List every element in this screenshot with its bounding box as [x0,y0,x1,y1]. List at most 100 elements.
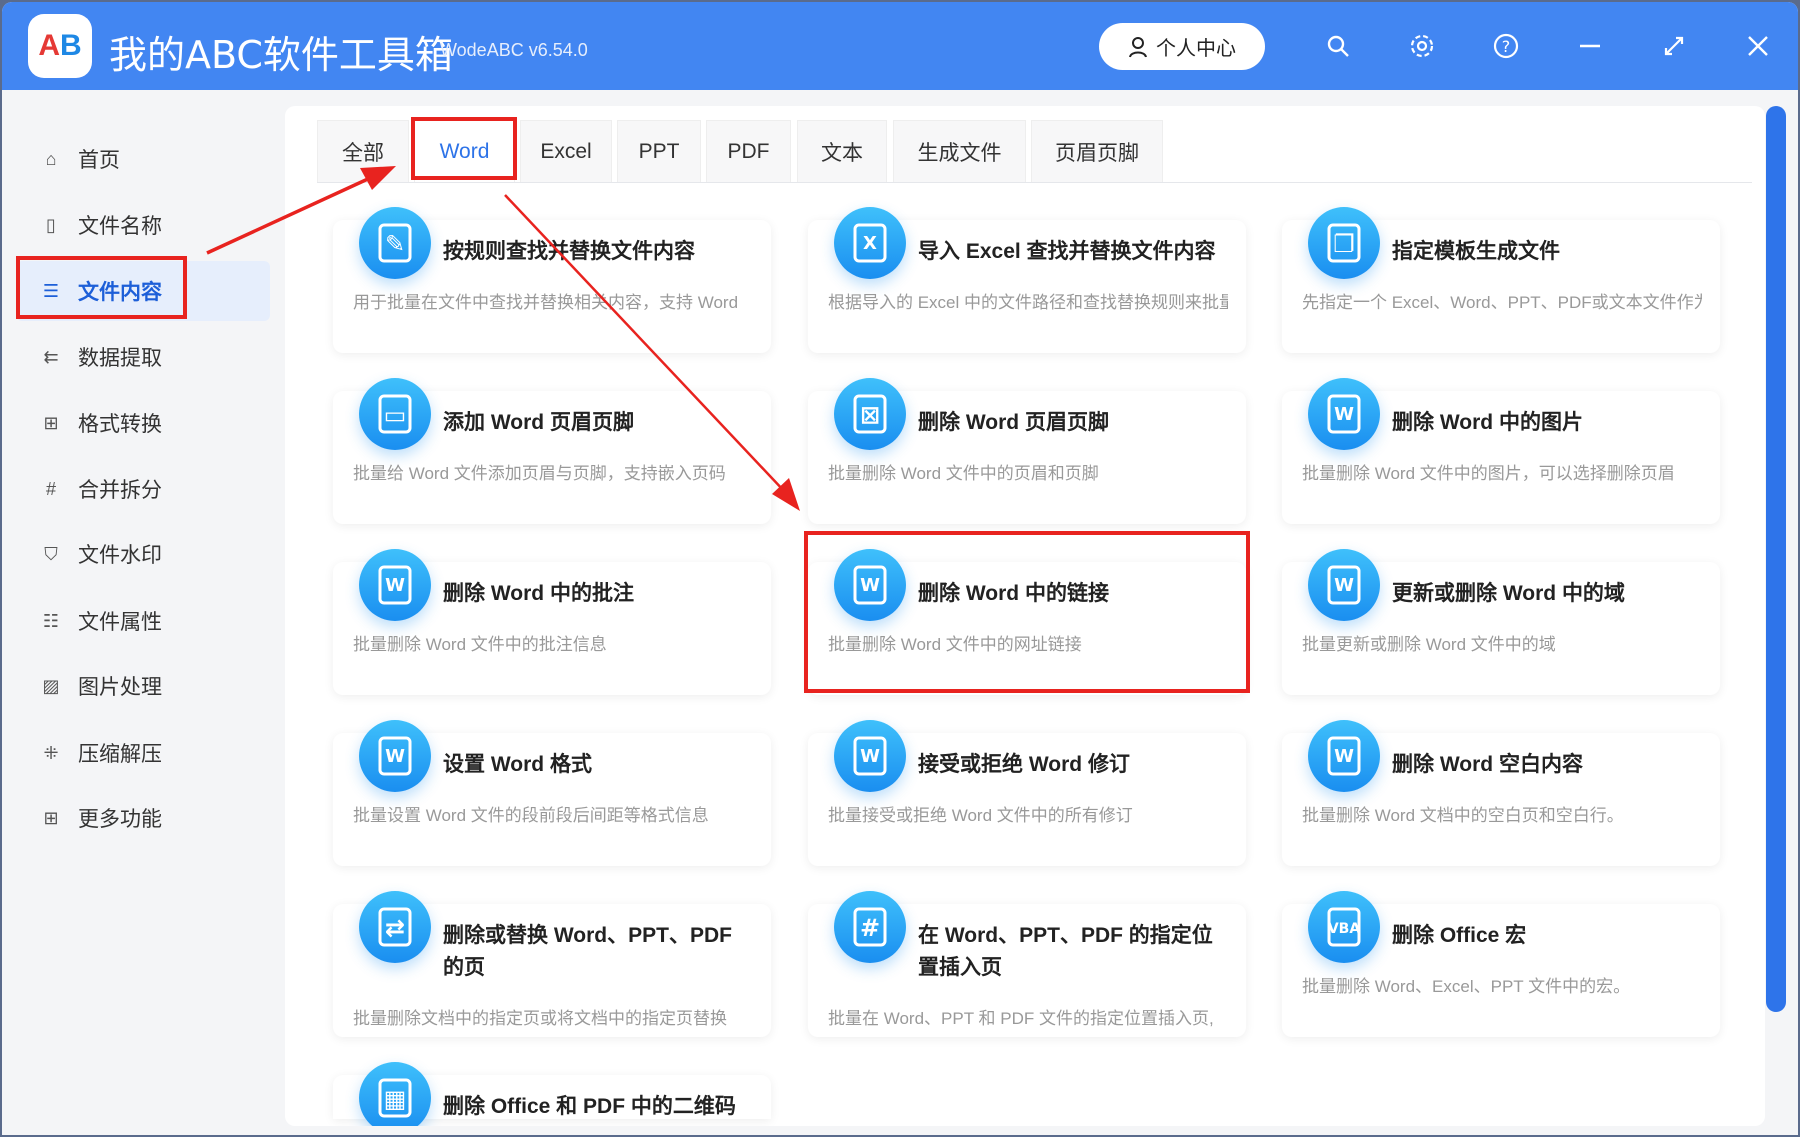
tool-icon: ▭ [359,378,431,450]
tool-title: 设置 Word 格式 [443,753,592,776]
tool-description: 批量删除 Word 文档中的空白页和空白行。 [1302,806,1624,825]
tool-title: 删除 Office 宏 [1392,924,1527,947]
tool-card[interactable]: ✎ 按规则查找并替换文件内容 用于批量在文件中查找并替换相关内容，支持 Word [333,207,771,353]
tool-icon: X [834,207,906,279]
tab[interactable]: Word [414,120,515,182]
tab[interactable]: PDF [706,120,791,182]
tool-card[interactable]: W 删除 Word 中的图片批量删除 Word 文件中的图片，可以选择删除页眉 [1282,378,1720,524]
svg-text:X: X [863,233,877,254]
tool-card[interactable]: ▭ 添加 Word 页眉页脚 批量给 Word 文件添加页眉与页脚，支持嵌入页码 [333,378,771,524]
app-version: WodeABC v6.54.0 [440,40,588,60]
tool-icon: VBA [1308,891,1380,963]
sidebar-item-label: 更多功能 [78,808,162,831]
tool-icon: W [1308,378,1380,450]
close-icon[interactable] [1742,30,1774,62]
tab[interactable]: 页眉页脚 [1031,120,1163,182]
sidebar-item-icon: # [45,478,56,499]
tool-title: 按规则查找并替换文件内容 [443,240,695,263]
tool-description: 批量在 Word、PPT 和 PDF 文件的指定位置插入页, [828,1009,1214,1028]
user-center-button[interactable]: 个人中心 [1099,23,1265,70]
sidebar-item-label: 文件水印 [78,544,162,567]
tool-description: 批量接受或拒绝 Word 文件中的所有修订 [828,806,1133,825]
sidebar-item[interactable]: ⌂ 首页 [16,129,270,189]
tool-icon: ⊠ [834,378,906,450]
title-bar: AB 我的ABC软件工具箱 WodeABC v6.54.0 个人中心 ? [2,2,1798,90]
tool-card[interactable]: W 更新或删除 Word 中的域 批量更新或删除 Word 文件中的域 [1282,549,1720,695]
sidebar-item-icon: ☷ [42,610,60,631]
tool-icon: ❐ [1308,207,1380,279]
sidebar-item[interactable]: ⇇ 数据提取 [16,327,270,387]
help-icon[interactable]: ? [1490,30,1522,62]
sidebar-item-icon: ⁜ [43,742,59,763]
user-center-label: 个人中心 [1156,38,1236,60]
app-window: AB 我的ABC软件工具箱 WodeABC v6.54.0 个人中心 ? ⌂ 首页… [2,2,1798,1135]
tool-card[interactable]: ▦ 删除 Office 和 PDF 中的二维码 [333,1062,771,1126]
sidebar-item-icon: ▯ [46,214,56,235]
sidebar-item-icon: ☰ [42,280,60,301]
tool-card[interactable]: W 删除 Word 空白内容 批量删除 Word 文档中的空白页和空白行。 [1282,720,1720,866]
scrollbar[interactable] [1766,106,1786,1012]
tool-description: 先指定一个 Excel、Word、PPT、PDF或文本文件作为模板 [1302,293,1702,312]
sidebar-item-label: 首页 [78,149,120,172]
maximize-icon[interactable] [1658,30,1690,62]
svg-text:VBA: VBA [1328,921,1361,937]
sidebar-item-label: 格式转换 [78,413,162,436]
tab[interactable]: Excel [520,120,612,182]
sidebar-item[interactable]: ☷ 文件属性 [16,591,270,651]
tool-title: 更新或删除 Word 中的域 [1392,582,1625,605]
sidebar-item[interactable]: ⊞ 格式转换 [16,393,270,453]
sidebar-item[interactable]: ⊞ 更多功能 [16,788,270,848]
tool-card[interactable]: W 设置 Word 格式 批量设置 Word 文件的段前段后间距等格式信息 [333,720,771,866]
settings-icon[interactable] [1406,30,1438,62]
tab[interactable]: 文本 [797,120,887,182]
tool-card[interactable]: ⇄ 删除或替换 Word、PPT、PDF 的页 批量删除文档中的指定页或将文档中的… [333,891,771,1037]
svg-text:❐: ❐ [1333,230,1355,258]
tool-description: 批量删除 Word、Excel、PPT 文件中的宏。 [1302,977,1631,996]
sidebar-item-label: 图片处理 [78,676,162,699]
tool-icon: ▦ [359,1062,431,1126]
svg-text:W: W [1334,404,1354,425]
tool-title: 指定模板生成文件 [1392,240,1560,263]
sidebar-item-label: 压缩解压 [78,743,162,766]
sidebar-item[interactable]: ⛉ 文件水印 [16,524,270,584]
sidebar-item-icon: ⛉ [44,543,58,564]
tool-icon: W [359,549,431,621]
svg-text:W: W [385,746,405,767]
tool-card[interactable]: W 接受或拒绝 Word 修订 批量接受或拒绝 Word 文件中的所有修订 [808,720,1246,866]
sidebar-item[interactable]: # 合并拆分 [16,459,270,519]
sidebar-item[interactable]: ▨ 图片处理 [16,656,270,716]
sidebar-item-label: 文件属性 [78,611,162,634]
svg-text:W: W [1334,575,1354,596]
sidebar-item-label: 文件名称 [78,215,162,238]
tool-icon: # [834,891,906,963]
sidebar-item[interactable]: ▯ 文件名称 [16,195,270,255]
user-icon [1129,36,1147,57]
app-title: 我的ABC软件工具箱 [109,33,453,77]
tool-description: 批量删除 Word 文件中的图片，可以选择删除页眉 [1302,464,1675,483]
sidebar-item-icon: ⊞ [43,807,59,828]
tool-title: 删除 Word 中的图片 [1392,411,1583,434]
tool-card[interactable]: W 删除 Word 中的批注 批量删除 Word 文件中的批注信息 [333,549,771,695]
sidebar-item[interactable]: ⁜ 压缩解压 [16,723,270,783]
app-logo: AB [28,14,92,78]
tab[interactable]: 生成文件 [893,120,1026,182]
sidebar-item-icon: ▨ [42,675,60,696]
tool-title: 删除 Word 中的批注 [443,582,634,605]
tool-card[interactable]: W 删除 Word 中的链接 批量删除 Word 文件中的网址链接 [808,549,1246,695]
tool-card[interactable]: ⊠ 删除 Word 页眉页脚 批量删除 Word 文件中的页眉和页脚 [808,378,1246,524]
tool-title: 添加 Word 页眉页脚 [443,411,634,434]
tab[interactable]: PPT [617,120,701,182]
tool-title: 删除 Word 中的链接 [918,582,1109,605]
tool-card[interactable]: VBA 删除 Office 宏批量删除 Word、Excel、PPT 文件中的宏… [1282,891,1720,1037]
sidebar-item[interactable]: ☰ 文件内容 [16,261,270,321]
tool-title: 接受或拒绝 Word 修订 [918,753,1130,776]
tab[interactable]: 全部 [317,120,409,182]
svg-text:W: W [385,575,405,596]
tool-icon: W [1308,720,1380,792]
minimize-icon[interactable] [1574,30,1606,62]
tool-card[interactable]: ❐ 指定模板生成文件先指定一个 Excel、Word、PPT、PDF或文本文件作… [1282,207,1720,353]
tool-card[interactable]: # 在 Word、PPT、PDF 的指定位置插入页 批量在 Word、PPT 和 … [808,891,1246,1037]
sidebar-item-label: 合并拆分 [78,479,162,502]
tool-card[interactable]: X 导入 Excel 查找并替换文件内容 根据导入的 Excel 中的文件路径和查… [808,207,1246,353]
search-icon[interactable] [1322,30,1354,62]
